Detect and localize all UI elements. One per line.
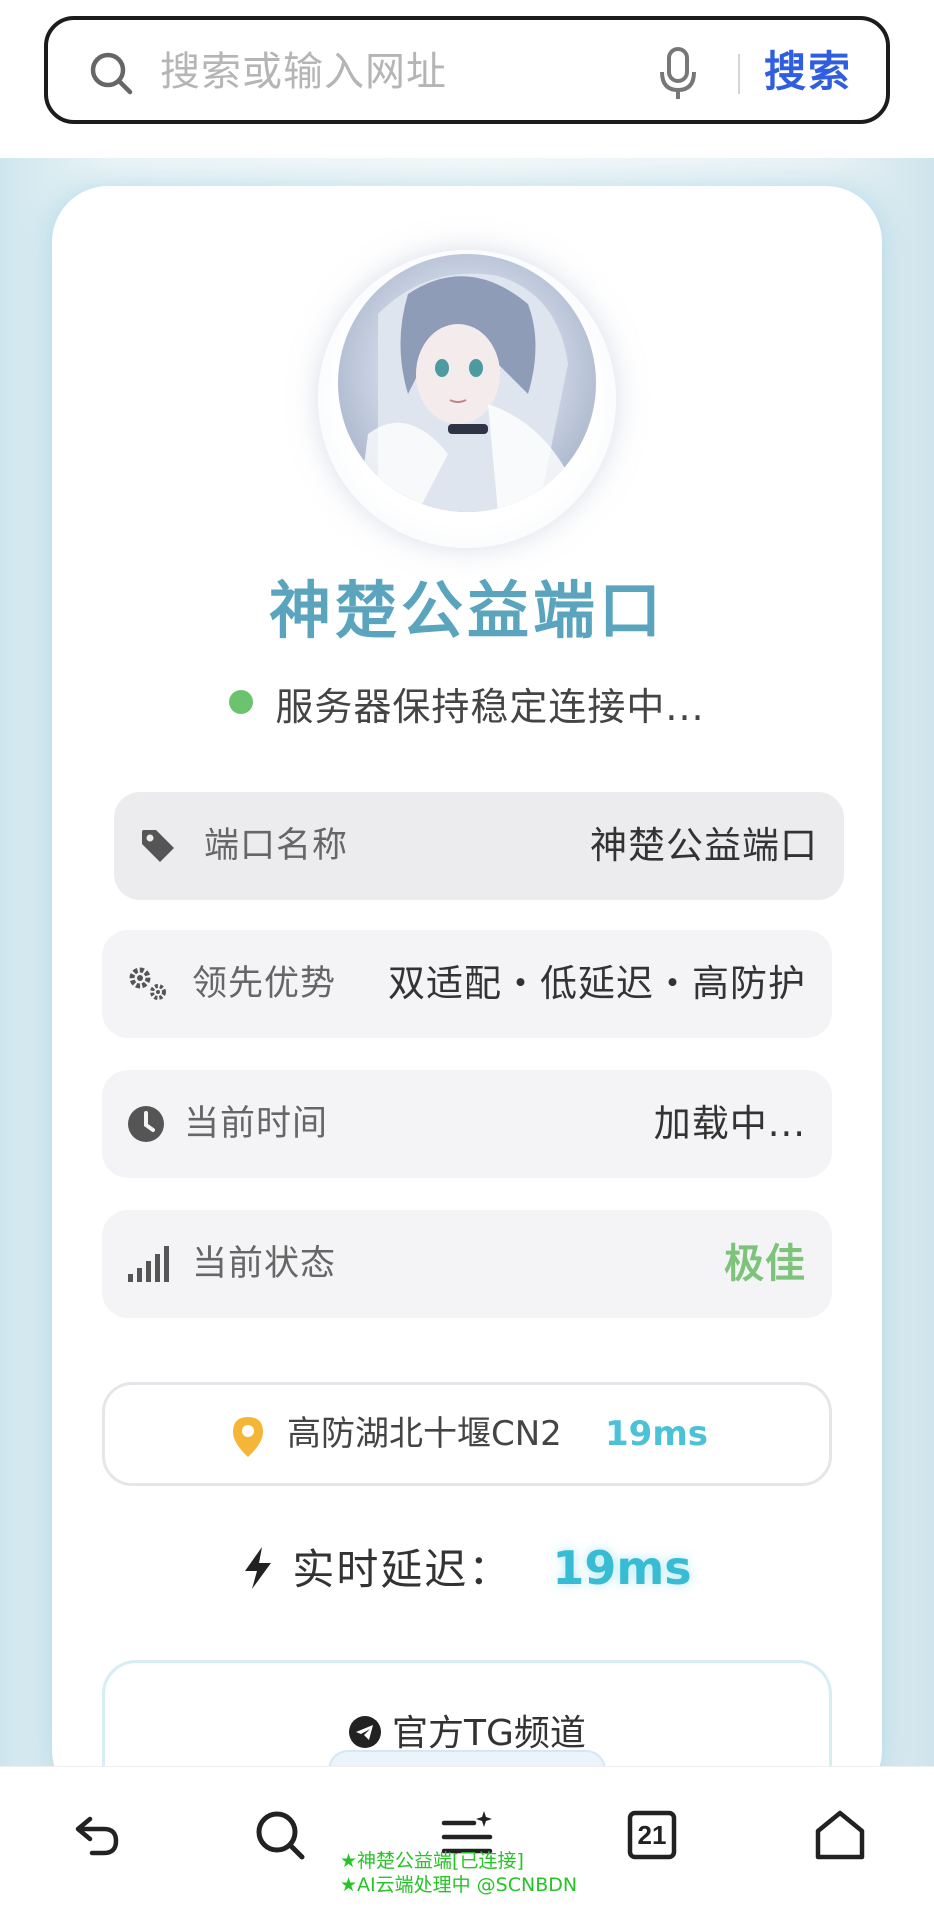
info-row-advantage: 领先优势 双适配・低延迟・高防护	[102, 930, 832, 1038]
row-label: 当前时间	[184, 1104, 329, 1144]
address-search-bar[interactable]: 搜索或输入网址 搜索	[44, 16, 890, 124]
signal-icon	[128, 1246, 169, 1282]
location-pin-icon	[233, 1417, 263, 1457]
status-dot	[229, 690, 254, 714]
microphone-icon[interactable]	[658, 46, 698, 102]
latency-value: 19ms	[552, 1541, 692, 1595]
row-label: 领先优势	[192, 964, 337, 1004]
telegram-icon	[349, 1716, 382, 1748]
row-value: 双适配・低延迟・高防护	[388, 962, 806, 1005]
info-row-port-name: 端口名称 神楚公益端口	[114, 792, 844, 900]
telegram-label: 官方TG频道	[392, 1713, 586, 1754]
info-row-current-status: 当前状态 极佳	[102, 1210, 832, 1318]
row-value: 神楚公益端口	[590, 824, 818, 867]
info-row-current-time: 当前时间 加载中...	[102, 1070, 832, 1178]
status-text: 服务器保持稳定连接中...	[275, 685, 705, 729]
portal-title: 神楚公益端口	[268, 574, 665, 647]
clock-icon	[128, 1106, 164, 1142]
row-label: 当前状态	[192, 1244, 337, 1284]
avatar	[338, 254, 596, 512]
search-button[interactable]: 搜索	[764, 42, 852, 102]
search-icon	[90, 52, 133, 95]
browser-top-bar: 搜索或输入网址 搜索	[0, 0, 934, 158]
row-value: 加载中...	[653, 1102, 806, 1145]
avatar-image	[338, 254, 596, 512]
status-value: 极佳	[724, 1241, 806, 1287]
node-selector[interactable]: 高防湖北十堰CN2 19ms	[102, 1382, 832, 1486]
browser-bottom-nav: 21 ★神楚公益端[已连接] ★AI云端处理中 @SCNBDN	[0, 1766, 934, 1920]
tag-icon	[142, 830, 174, 862]
node-latency: 19ms	[605, 1414, 708, 1454]
node-name: 高防湖北十堰CN2	[287, 1414, 562, 1454]
connection-status: 服务器保持稳定连接中...	[0, 676, 934, 731]
search-divider	[738, 54, 740, 94]
overlay-note-line1: ★神楚公益端[已连接]	[340, 1850, 524, 1872]
realtime-latency: 实时延迟： 19ms	[0, 1536, 934, 1597]
home-icon[interactable]	[812, 1807, 868, 1863]
latency-label: 实时延迟：	[292, 1545, 513, 1594]
row-label: 端口名称	[204, 826, 349, 866]
search-input[interactable]: 搜索或输入网址	[160, 42, 447, 102]
lightning-bolt-icon	[245, 1547, 272, 1589]
overlay-note-line2: ★AI云端处理中 @SCNBDN	[340, 1874, 578, 1896]
gears-icon	[129, 967, 166, 1000]
back-icon[interactable]	[66, 1807, 122, 1863]
telegram-title[interactable]: 官方TG频道	[0, 1704, 934, 1756]
search-icon[interactable]	[252, 1807, 308, 1863]
